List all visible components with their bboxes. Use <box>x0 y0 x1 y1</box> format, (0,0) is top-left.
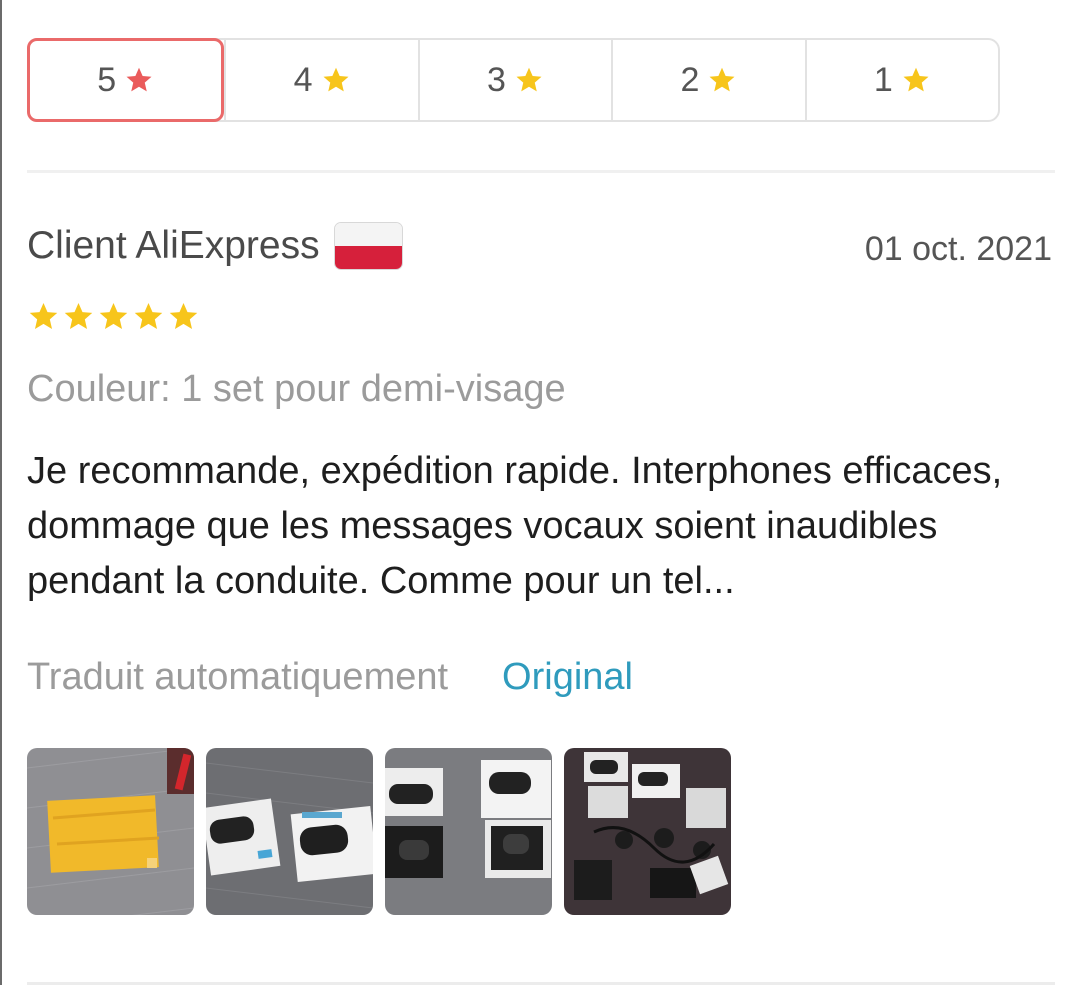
review-photo-4[interactable] <box>564 748 731 915</box>
star-icon <box>29 303 58 330</box>
review-author: Client AliExpress <box>27 222 403 270</box>
author-name: Client AliExpress <box>27 224 320 267</box>
filter-tab-3-stars[interactable]: 3 <box>417 40 611 120</box>
filter-tab-1-star[interactable]: 1 <box>804 40 998 120</box>
star-icon <box>134 303 163 330</box>
filter-tab-2-stars[interactable]: 2 <box>611 40 804 120</box>
star-icon <box>321 65 351 95</box>
star-icon <box>99 303 128 330</box>
filter-tab-label: 1 <box>873 60 893 99</box>
show-original-link[interactable]: Original <box>502 656 633 699</box>
poland-flag-icon <box>333 222 403 270</box>
star-icon <box>707 65 737 95</box>
star-icon <box>124 65 154 95</box>
left-edge-rule <box>0 0 2 985</box>
review-variant: Couleur: 1 set pour demi-visage <box>27 368 566 410</box>
review-photos <box>27 748 731 915</box>
star-icon <box>64 303 93 330</box>
section-divider <box>27 170 1055 173</box>
star-icon <box>169 303 198 330</box>
review-text[interactable]: Je recommande, expédition rapide. Interp… <box>27 444 1057 609</box>
filter-tab-label: 3 <box>487 60 506 99</box>
auto-translated-label: Traduit automatiquement <box>27 656 449 698</box>
star-filter-bar: 5 4 3 2 1 <box>27 38 1000 122</box>
translation-row: Traduit automatiquement Original <box>27 656 633 699</box>
filter-tab-5-stars[interactable]: 5 <box>27 38 225 122</box>
review-photo-2[interactable] <box>206 748 373 915</box>
filter-tab-4-stars[interactable]: 4 <box>224 40 417 120</box>
review-star-rating <box>27 300 200 333</box>
review-photo-3[interactable] <box>385 748 552 915</box>
review-photo-1[interactable] <box>27 748 194 915</box>
filter-tab-label: 2 <box>680 60 700 99</box>
filter-tab-label: 4 <box>293 60 313 99</box>
star-icon <box>514 65 544 95</box>
review-date: 01 oct. 2021 <box>864 230 1052 268</box>
filter-tab-label: 5 <box>97 60 117 99</box>
star-icon <box>901 65 931 95</box>
